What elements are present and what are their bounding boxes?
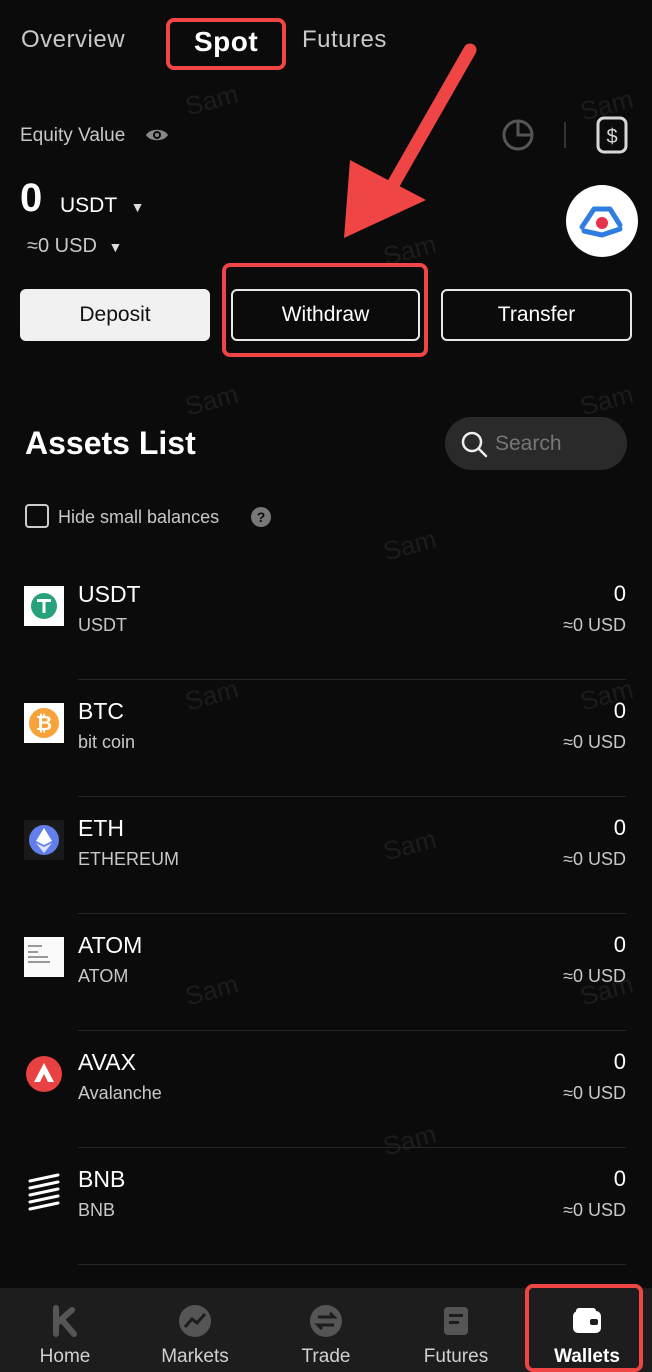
- equity-currency[interactable]: USDT ▼: [60, 194, 145, 218]
- nav-label: Trade: [301, 1346, 351, 1367]
- tab-overview[interactable]: Overview: [21, 26, 125, 54]
- asset-symbol: ETH: [78, 815, 124, 841]
- asset-usd: ≈0 USD: [563, 732, 626, 752]
- nav-markets[interactable]: Markets: [135, 1288, 255, 1372]
- search-input[interactable]: Search: [445, 417, 627, 470]
- withdraw-highlight-box: [222, 263, 428, 357]
- asset-amount: 0: [613, 815, 626, 840]
- svg-text:₿: ₿: [36, 713, 52, 735]
- asset-symbol: AVAX: [78, 1049, 136, 1075]
- search-icon: [461, 431, 488, 457]
- asset-row[interactable]: BNB BNB 0 ≈0 USD: [0, 1148, 652, 1265]
- asset-usd: ≈0 USD: [563, 1200, 626, 1220]
- futures-doc-icon: [444, 1307, 468, 1335]
- atom-icon: [24, 937, 64, 977]
- wallets-highlight-box: [525, 1284, 643, 1372]
- watermark: Sam: [576, 378, 637, 422]
- watermark: Sam: [181, 378, 242, 422]
- asset-name: USDT: [78, 615, 127, 635]
- asset-name: Avalanche: [78, 1083, 162, 1103]
- deposit-button[interactable]: Deposit: [20, 289, 210, 341]
- transfer-button[interactable]: Transfer: [441, 289, 632, 341]
- svg-text:$: $: [606, 126, 617, 148]
- pie-chart-icon[interactable]: [500, 117, 536, 153]
- equity-label: Equity Value: [20, 125, 126, 146]
- asset-usd: ≈0 USD: [563, 966, 626, 986]
- bottom-nav: Home Markets Trade Futures Wallets: [0, 1284, 652, 1372]
- asset-row[interactable]: USDT USDT 0 ≈0 USD: [0, 563, 652, 680]
- row-divider: [78, 1264, 626, 1265]
- assistant-avatar-button[interactable]: [566, 185, 638, 257]
- asset-usd: ≈0 USD: [563, 1083, 626, 1103]
- hexagon-logo-icon: [579, 206, 623, 238]
- asset-symbol: USDT: [78, 581, 141, 607]
- watermark: Sam: [379, 523, 440, 567]
- nav-label: Home: [39, 1346, 91, 1367]
- asset-symbol: ATOM: [78, 932, 143, 958]
- asset-name: bit coin: [78, 732, 136, 752]
- asset-name: ATOM: [78, 966, 129, 986]
- asset-symbol: BTC: [78, 698, 124, 724]
- nav-label: Markets: [161, 1346, 229, 1367]
- search-placeholder: Search: [495, 431, 562, 455]
- equity-usd-value[interactable]: ≈0 USD ▼: [27, 235, 122, 258]
- spot-highlight-box: [166, 18, 286, 70]
- home-k-icon: [53, 1305, 77, 1337]
- asset-row[interactable]: ATOM ATOM 0 ≈0 USD: [0, 914, 652, 1031]
- chevron-down-icon: ▼: [108, 239, 123, 255]
- asset-row[interactable]: AVAX Avalanche 0 ≈0 USD: [0, 1031, 652, 1148]
- btc-icon: ₿: [24, 703, 64, 743]
- asset-row[interactable]: ₿ BTC bit coin 0 ≈0 USD: [0, 680, 652, 797]
- asset-amount: 0: [613, 1049, 626, 1074]
- avax-icon: [26, 1056, 62, 1092]
- usdt-icon: [24, 586, 64, 626]
- help-icon[interactable]: ?: [251, 507, 271, 527]
- swap-icon: [310, 1305, 342, 1337]
- asset-usd: ≈0 USD: [563, 615, 626, 635]
- asset-name: BNB: [78, 1200, 116, 1220]
- nav-trade[interactable]: Trade: [266, 1288, 386, 1372]
- bnb-icon: [28, 1173, 60, 1211]
- nav-home[interactable]: Home: [5, 1288, 125, 1372]
- chevron-down-icon: ▼: [130, 199, 145, 215]
- asset-usd: ≈0 USD: [563, 849, 626, 869]
- asset-symbol: BNB: [78, 1166, 126, 1192]
- eth-icon: [24, 820, 64, 860]
- watermark: Sam: [181, 78, 242, 122]
- asset-amount: 0: [613, 932, 626, 957]
- asset-amount: 0: [613, 698, 626, 723]
- eye-icon[interactable]: [145, 126, 169, 144]
- assets-list-title: Assets List: [25, 425, 196, 461]
- dollar-doc-icon[interactable]: $: [595, 115, 629, 155]
- equity-usd-label: ≈0 USD: [27, 235, 97, 257]
- asset-name: ETHEREUM: [78, 849, 180, 869]
- asset-amount: 0: [613, 1166, 626, 1191]
- nav-label: Futures: [423, 1346, 489, 1367]
- chart-trend-icon: [179, 1305, 211, 1337]
- equity-amount: 0: [20, 176, 43, 220]
- divider: [564, 122, 566, 148]
- asset-row[interactable]: ETH ETHEREUM 0 ≈0 USD: [0, 797, 652, 914]
- asset-amount: 0: [613, 581, 626, 606]
- hide-small-checkbox[interactable]: [25, 504, 49, 528]
- arrow-annotation-icon: [344, 43, 477, 238]
- nav-futures[interactable]: Futures: [396, 1288, 516, 1372]
- hide-small-label: Hide small balances: [58, 507, 220, 527]
- equity-currency-label: USDT: [60, 194, 117, 217]
